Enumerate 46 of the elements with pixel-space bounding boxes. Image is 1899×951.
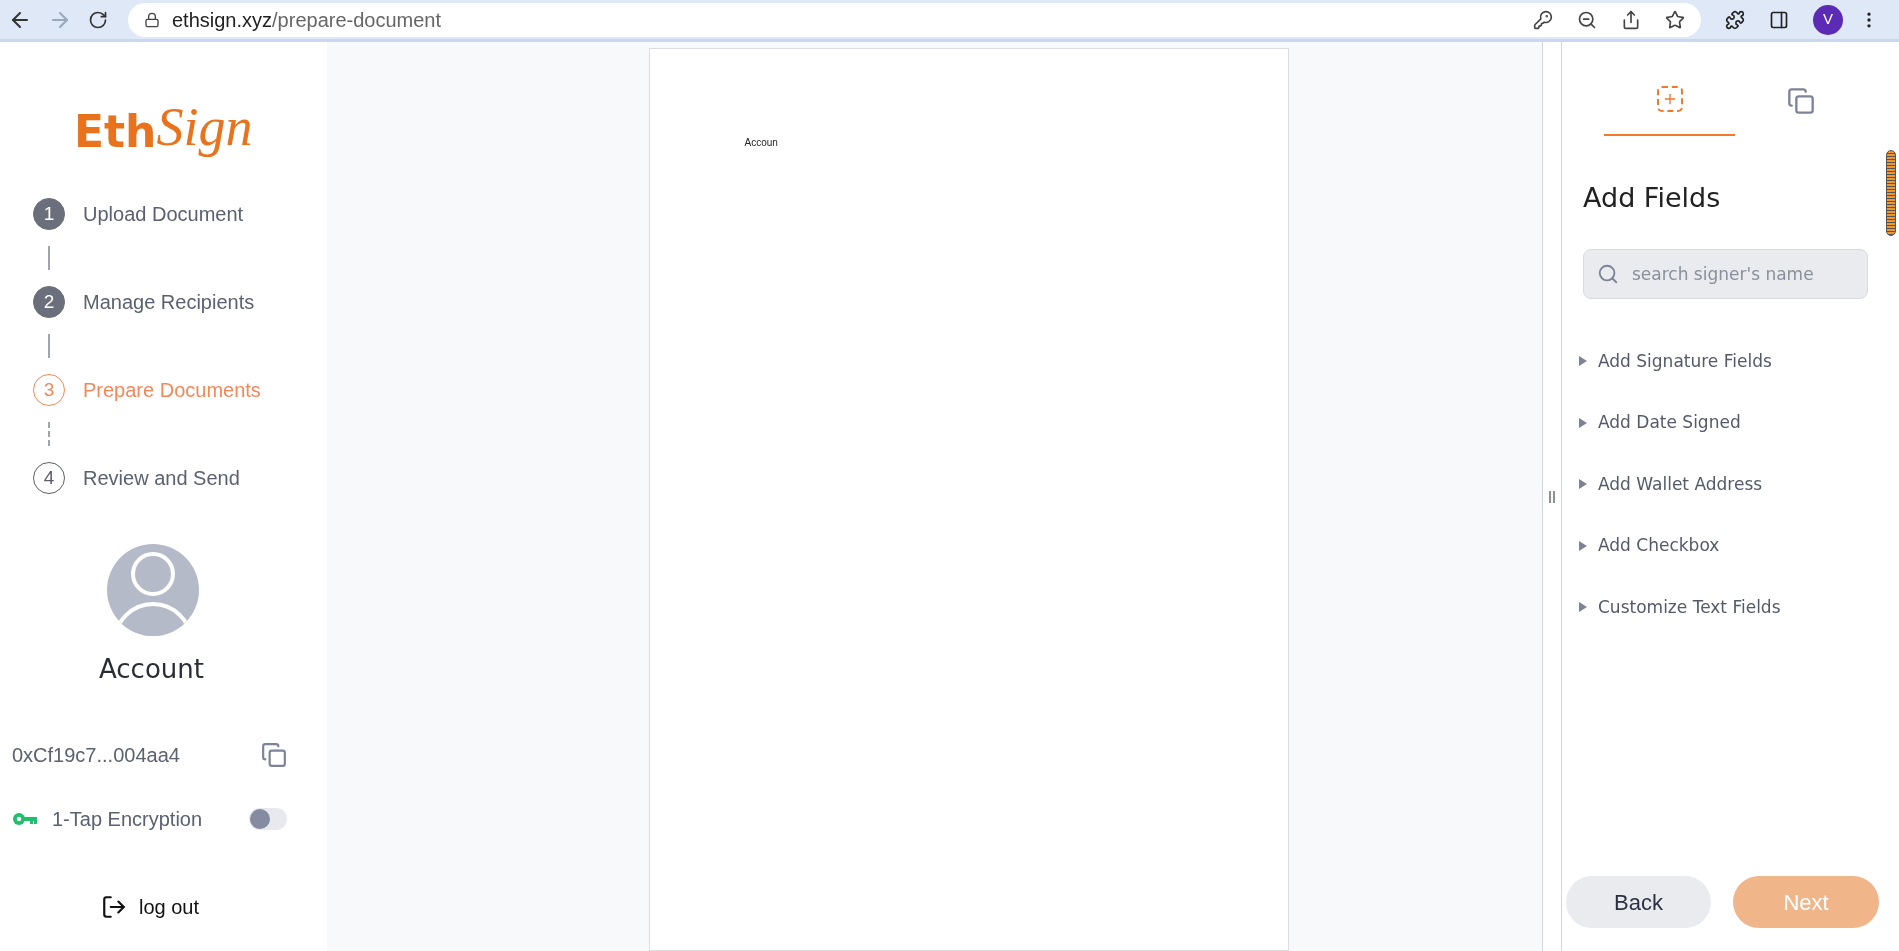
add-field-tab[interactable]: [1604, 86, 1735, 136]
resize-handle[interactable]: [1549, 490, 1555, 503]
step-label[interactable]: Upload Document: [83, 199, 244, 229]
panel-title: Add Fields: [1583, 181, 1722, 215]
caret-icon: [1578, 478, 1588, 491]
search-icon: [1597, 262, 1619, 285]
encryption-toggle[interactable]: [249, 808, 287, 830]
step-number: 4: [33, 462, 65, 494]
share-icon[interactable]: [1621, 9, 1641, 30]
step-label[interactable]: Review and Send: [83, 463, 240, 493]
profile-avatar[interactable]: V: [1813, 4, 1843, 35]
url-text: ethsign.xyz/prepare-document: [172, 7, 442, 33]
key-icon[interactable]: [1533, 9, 1553, 30]
logout-button[interactable]: log out: [101, 892, 200, 922]
step-number: 3: [33, 374, 65, 406]
account-title: Account: [99, 653, 204, 686]
side-panel-icon[interactable]: [1769, 9, 1789, 30]
step-label[interactable]: Manage Recipients: [83, 287, 255, 317]
step-number: 2: [33, 286, 65, 318]
caret-icon: [1578, 355, 1588, 368]
field-group-item[interactable]: Customize Text Fields: [1578, 594, 1899, 620]
star-icon[interactable]: [1665, 9, 1685, 30]
pages-icon: [1786, 86, 1815, 116]
caret-icon: [1578, 601, 1588, 614]
field-group-item[interactable]: Add Signature Fields: [1578, 348, 1899, 374]
scrollbar-thumb[interactable]: [1886, 150, 1896, 236]
reload-icon[interactable]: [88, 9, 108, 30]
caret-icon: [1578, 539, 1588, 552]
zoom-out-icon[interactable]: [1577, 9, 1597, 30]
field-group-item[interactable]: Add Date Signed: [1578, 410, 1899, 436]
key-icon: [12, 812, 38, 826]
back-button[interactable]: Back: [1566, 876, 1711, 928]
caret-icon: [1578, 416, 1588, 429]
lock-icon: [144, 11, 160, 28]
step-number: 1: [33, 198, 65, 230]
field-group-item[interactable]: Add Wallet Address: [1578, 471, 1899, 497]
field-group-item[interactable]: Add Checkbox: [1578, 533, 1899, 559]
add-field-icon: [1656, 86, 1683, 112]
copy-icon[interactable]: [261, 741, 287, 769]
extensions-icon[interactable]: [1725, 9, 1745, 30]
search-field[interactable]: search signer's name: [1583, 248, 1868, 299]
encryption-label: 1-Tap Encryption: [52, 807, 203, 832]
address-bar[interactable]: ethsign.xyz/prepare-document: [128, 2, 1701, 37]
document-text: Accoun: [744, 137, 778, 148]
logout-icon: [101, 894, 127, 920]
wallet-address: 0xCf19c7...004aa4: [12, 743, 180, 768]
